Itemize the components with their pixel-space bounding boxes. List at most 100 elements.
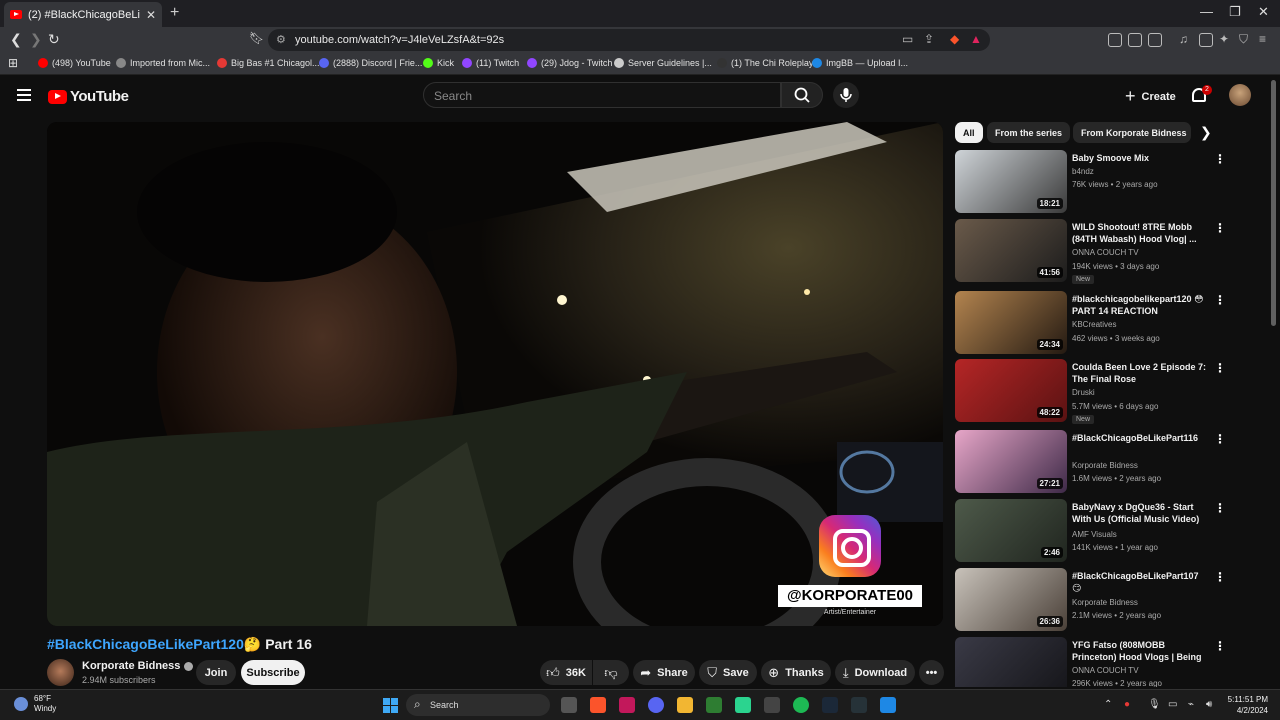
- dislike-button[interactable]: 👎︎: [593, 660, 629, 685]
- bookmark-item[interactable]: Imported from Mic...: [116, 58, 210, 68]
- bookmark-item[interactable]: Server Guidelines |...: [614, 58, 712, 68]
- video-player[interactable]: @KORPORATE00 Artist/Entertainer: [47, 122, 943, 626]
- weather-widget[interactable]: 68°F Windy: [14, 694, 56, 714]
- recommendation-item[interactable]: YFG Fatso (808MOBB Princeton) Hood Vlogs…: [955, 637, 1225, 687]
- save-button[interactable]: ⛉ Save: [699, 660, 757, 685]
- bookmark-item[interactable]: ImgBB — Upload I...: [812, 58, 908, 68]
- reload-icon[interactable]: ↻: [48, 31, 60, 48]
- bookmark-item[interactable]: (1) The Chi Roleplay: [717, 58, 813, 68]
- maximize-icon[interactable]: ❐: [1229, 4, 1241, 20]
- browser-tab[interactable]: (2) #BlackChicagoBeLikePart120 | ✕: [4, 2, 162, 27]
- recommendation-title[interactable]: Baby Smoove Mix: [1072, 152, 1207, 164]
- title-hashtag-link[interactable]: #BlackChicagoBeLikePart120: [47, 636, 244, 652]
- recommendation-channel[interactable]: ONNA COUCH TV: [1072, 248, 1139, 257]
- recommendation-item[interactable]: 27:21 #BlackChicagoBeLikePart116 Korpora…: [955, 430, 1226, 496]
- app-icon[interactable]: [851, 697, 867, 713]
- windows-start-icon[interactable]: [383, 698, 398, 713]
- thanks-button[interactable]: ⊕ Thanks: [761, 660, 831, 685]
- recommendation-title[interactable]: YFG Fatso (808MOBB Princeton) Hood Vlogs…: [1072, 639, 1207, 663]
- video-thumbnail[interactable]: 27:21: [955, 430, 1067, 493]
- show-hidden-icons-icon[interactable]: ⌃: [1104, 699, 1112, 710]
- create-button[interactable]: + Create: [1125, 86, 1176, 107]
- bookmark-item[interactable]: (29) Jdog - Twitch: [527, 58, 612, 68]
- menu-icon[interactable]: ≡: [1259, 32, 1266, 46]
- system-clock[interactable]: 5:11:51 PM 4/2/2024: [1222, 694, 1268, 716]
- recommendation-channel[interactable]: ONNA COUCH TV: [1072, 666, 1139, 675]
- app-icon[interactable]: [735, 697, 751, 713]
- back-icon[interactable]: ❮: [10, 31, 22, 48]
- join-button[interactable]: Join: [196, 660, 236, 685]
- video-thumbnail[interactable]: 48:22: [955, 359, 1067, 422]
- like-button[interactable]: 👍︎ 36K: [540, 660, 592, 685]
- recommendation-item[interactable]: 48:22 Coulda Been Love 2 Episode 7: The …: [955, 359, 1226, 425]
- share-button[interactable]: ➦ Share: [633, 660, 695, 685]
- chip-from-series[interactable]: From the series: [987, 122, 1071, 143]
- recommendation-item[interactable]: 18:21 Baby Smoove Mix b4ndz 76K views • …: [955, 150, 1226, 216]
- recommendation-channel[interactable]: Korporate Bidness: [1072, 598, 1138, 607]
- channel-avatar[interactable]: [47, 659, 74, 686]
- apps-grid-icon[interactable]: ⊞: [8, 56, 18, 70]
- cast-icon[interactable]: ▭: [902, 32, 913, 46]
- minimize-icon[interactable]: —: [1200, 4, 1213, 19]
- display-icon[interactable]: ▭: [1168, 699, 1177, 710]
- search-input[interactable]: Search: [423, 82, 781, 108]
- recommendation-channel[interactable]: Korporate Bidness: [1072, 461, 1138, 470]
- close-window-icon[interactable]: ✕: [1258, 4, 1269, 20]
- puzzle-extension-icon[interactable]: [1128, 33, 1142, 47]
- screenshot-extension-icon[interactable]: [1148, 33, 1162, 47]
- recommendation-title[interactable]: #BlackChicagoBeLikePart107 😏: [1072, 570, 1207, 594]
- microphone-tray-icon[interactable]: 🎙︎: [1148, 699, 1161, 710]
- site-info-icon[interactable]: ⚙: [276, 33, 286, 46]
- taskbar-search[interactable]: Search: [406, 694, 550, 716]
- new-tab-icon[interactable]: +: [170, 4, 179, 22]
- more-options-icon[interactable]: ⋮: [1214, 152, 1226, 166]
- search-button[interactable]: [781, 82, 823, 108]
- more-options-icon[interactable]: ⋮: [1214, 293, 1226, 307]
- recommendation-channel[interactable]: AMF Visuals: [1072, 530, 1117, 539]
- subscribe-button[interactable]: Subscribe: [241, 660, 305, 685]
- chip-all[interactable]: All: [955, 122, 983, 143]
- recommendation-title[interactable]: #BlackChicagoBeLikePart116: [1072, 432, 1207, 444]
- recommendation-item[interactable]: 2:46 BabyNavy x DgQue36 - Start With Us …: [955, 499, 1226, 565]
- recommendation-channel[interactable]: Druski: [1072, 388, 1095, 397]
- more-options-icon[interactable]: ⋮: [1214, 432, 1226, 446]
- discord-icon[interactable]: [648, 697, 664, 713]
- recommendation-title[interactable]: BabyNavy x DgQue36 - Start With Us (Offi…: [1072, 501, 1207, 525]
- chip-from-channel[interactable]: From Korporate Bidness: [1073, 122, 1191, 143]
- recommendation-channel[interactable]: b4ndz: [1072, 167, 1094, 176]
- tray-app-icon[interactable]: ●: [1124, 699, 1130, 710]
- video-thumbnail[interactable]: 26:36: [955, 568, 1067, 631]
- video-thumbnail[interactable]: 24:34: [955, 291, 1067, 354]
- task-view-icon[interactable]: [561, 697, 577, 713]
- video-thumbnail[interactable]: 18:21: [955, 150, 1067, 213]
- channel-name[interactable]: Korporate Bidness: [82, 660, 194, 672]
- bookmark-item[interactable]: Big Bas #1 Chicagol...: [217, 58, 320, 68]
- page-scrollbar[interactable]: [1271, 80, 1276, 326]
- account-avatar[interactable]: [1229, 84, 1251, 106]
- recommendation-title[interactable]: #blackchicagobelikepart120 😳 PART 14 REA…: [1072, 293, 1207, 317]
- more-options-icon[interactable]: ⋮: [1214, 570, 1226, 584]
- chevron-right-icon[interactable]: ❯: [1200, 124, 1212, 141]
- video-thumbnail[interactable]: 41:56: [955, 219, 1067, 282]
- guide-menu-icon[interactable]: [17, 89, 31, 101]
- brave-shield-icon[interactable]: ◆: [950, 32, 959, 46]
- download-button[interactable]: ⤓ Download: [835, 660, 915, 685]
- file-explorer-icon[interactable]: [677, 697, 693, 713]
- recommendation-title[interactable]: Coulda Been Love 2 Episode 7: The Final …: [1072, 361, 1207, 385]
- vpn-icon[interactable]: ⛉: [1239, 32, 1248, 47]
- close-tab-icon[interactable]: ✕: [146, 8, 156, 22]
- video-thumbnail[interactable]: 2:46: [955, 499, 1067, 562]
- xbox-icon[interactable]: [706, 697, 722, 713]
- share-page-icon[interactable]: ⇪: [924, 32, 934, 46]
- wallet-icon[interactable]: [1199, 33, 1213, 47]
- video-thumbnail[interactable]: [955, 637, 1067, 687]
- app-icon[interactable]: [764, 697, 780, 713]
- more-options-icon[interactable]: ⋮: [1214, 639, 1225, 653]
- recommendation-item[interactable]: 26:36 #BlackChicagoBeLikePart107 😏 Korpo…: [955, 568, 1226, 634]
- more-options-icon[interactable]: ⋮: [1214, 501, 1226, 515]
- voice-search-button[interactable]: [833, 82, 859, 108]
- volume-icon[interactable]: 🔊︎: [1206, 699, 1212, 710]
- bookmark-icon[interactable]: 🔖︎: [249, 31, 264, 45]
- spotify-icon[interactable]: [793, 697, 809, 713]
- recommendation-channel[interactable]: KBCreatives: [1072, 320, 1116, 329]
